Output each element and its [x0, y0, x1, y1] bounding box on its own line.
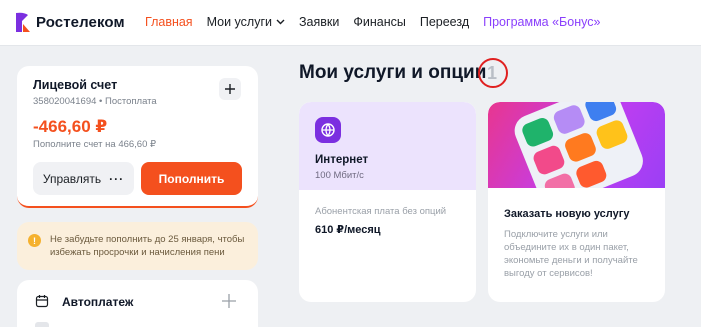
services-title: Мои услуги и опции — [299, 62, 487, 83]
account-topup-hint: Пополните счет на 466,60 ₽ — [33, 139, 157, 150]
internet-name: Интернет — [315, 154, 369, 166]
autopay-card[interactable]: Автоплатеж — [17, 280, 258, 327]
account-title: Лицевой счет — [33, 78, 118, 92]
logo[interactable]: Ростелеком — [14, 11, 125, 33]
main-nav: Главная Мои услуги Заявки Финансы Переез… — [145, 15, 600, 29]
rostelecom-logo-icon — [14, 12, 32, 33]
calendar-icon — [35, 295, 49, 308]
internet-speed: 100 Мбит/с — [315, 170, 364, 181]
add-account-button[interactable] — [219, 78, 241, 100]
nav-bonus-program[interactable]: Программа «Бонус» — [483, 15, 600, 29]
manage-button[interactable]: Управлять ··· — [33, 162, 134, 195]
order-new-service-card[interactable]: Заказать новую услугу Подключите услуги … — [488, 102, 665, 302]
top-header: Ростелеком Главная Мои услуги Заявки Фин… — [0, 0, 701, 46]
nav-requests[interactable]: Заявки — [299, 15, 339, 29]
manage-button-label: Управлять — [42, 171, 102, 186]
autopay-label: Автоплатеж — [62, 295, 134, 309]
internet-card-header: Интернет 100 Мбит/с — [299, 102, 476, 190]
payment-reminder-notice: ! Не забудьте пополнить до 25 января, чт… — [17, 222, 258, 270]
account-balance: -466,60 ₽ — [33, 117, 108, 136]
account-card: Лицевой счет 358020041694 • Постоплата -… — [17, 66, 258, 208]
info-icon: ! — [28, 234, 41, 247]
globe-icon — [315, 117, 341, 143]
next-row-icon — [35, 322, 49, 327]
nav-finances[interactable]: Финансы — [353, 15, 405, 29]
plus-icon — [225, 84, 235, 94]
order-title: Заказать новую услугу — [504, 208, 630, 220]
chevron-down-icon — [276, 19, 285, 25]
logo-text: Ростелеком — [36, 13, 125, 31]
nav-home[interactable]: Главная — [145, 15, 193, 29]
nav-my-services-label: Мои услуги — [206, 15, 272, 29]
annotation-circle — [478, 58, 508, 88]
account-number: 358020041694 • Постоплата — [33, 96, 157, 107]
top-up-button[interactable]: Пополнить — [141, 162, 242, 195]
internet-service-card[interactable]: Интернет 100 Мбит/с Абонентская плата бе… — [299, 102, 476, 302]
add-autopay-icon[interactable] — [221, 293, 237, 309]
fee-label: Абонентская плата без опций — [315, 206, 447, 217]
fee-value: 610 ₽/месяц — [315, 224, 381, 236]
services-promo-image — [488, 102, 665, 188]
more-dots-icon: ··· — [109, 171, 125, 186]
nav-relocation[interactable]: Переезд — [420, 15, 469, 29]
order-description: Подключите услуги или объедините их в од… — [504, 229, 638, 279]
notice-text: Не забудьте пополнить до 25 января, чтоб… — [50, 234, 245, 258]
nav-my-services[interactable]: Мои услуги — [207, 15, 285, 29]
